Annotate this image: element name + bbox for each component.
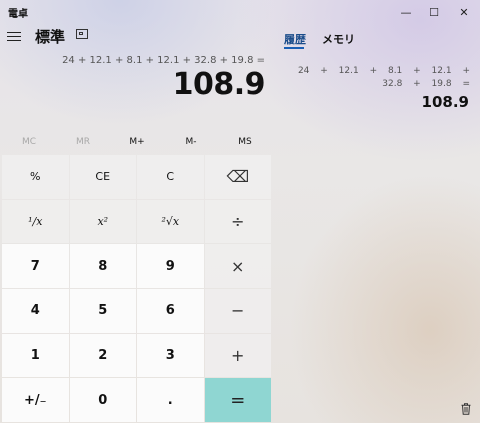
digit-6-button[interactable]: 6 [137,289,204,333]
result-display: 108.9 [172,67,266,102]
reciprocal-button[interactable]: ¹/x [2,199,69,244]
expression-display: 24 + 12.1 + 8.1 + 12.1 + 32.8 + 19.8 = [62,55,265,66]
tab-memory[interactable]: メモリ [322,31,355,47]
tab-history[interactable]: 履歴 [284,31,306,47]
digit-4-button[interactable]: 4 [2,289,69,333]
menu-icon[interactable] [7,29,21,43]
history-item-expression[interactable]: 24 + 12.1 + 8.1 + 12.1 + 32.8 + 19.8 = [290,65,470,91]
digit-2-button[interactable]: 2 [69,333,136,378]
digit-3-button[interactable]: 3 [137,333,204,378]
digit-9-button[interactable]: 9 [137,244,204,289]
keep-on-top-icon[interactable] [76,29,88,39]
digit-5-button[interactable]: 5 [69,289,136,333]
divide-button[interactable]: ÷ [204,199,271,244]
square-root-label: ²√x [161,215,180,229]
clear-entry-button[interactable]: CE [69,155,136,199]
plus-button[interactable]: + [204,333,271,378]
reciprocal-label: ¹/x [28,215,43,229]
app-title: 電卓 [8,9,28,20]
memory-add-button[interactable]: M+ [110,132,164,152]
digit-8-button[interactable]: 8 [69,244,136,289]
maximize-button[interactable]: ☐ [420,0,448,24]
square-label: x² [97,215,109,229]
digit-7-button[interactable]: 7 [2,244,69,289]
square-button[interactable]: x² [69,199,136,244]
percent-button[interactable]: % [2,155,69,199]
digit-1-button[interactable]: 1 [2,333,69,378]
equals-button[interactable]: = [204,378,271,423]
title-bar: 電卓 — ☐ ✕ [0,0,480,24]
history-item-result[interactable]: 108.9 [422,93,469,111]
minus-button[interactable]: − [204,289,271,333]
digit-0-button[interactable]: 0 [69,378,136,423]
close-button[interactable]: ✕ [450,0,478,24]
keypad: % CE C ⌫ ¹/x x² ²√x ÷ 7 8 9 × 4 5 6 − 1 … [2,155,272,423]
negate-button[interactable]: +/₋ [2,378,69,423]
memory-store-button[interactable]: MS [218,132,272,152]
memory-recall-button[interactable]: MR [56,132,110,152]
trash-icon[interactable] [461,403,471,415]
minimize-button[interactable]: — [392,0,420,24]
decimal-button[interactable]: . [137,378,204,423]
square-root-button[interactable]: ²√x [137,199,204,244]
active-tab-indicator [284,47,304,49]
backspace-button[interactable]: ⌫ [204,155,271,199]
memory-subtract-button[interactable]: M- [164,132,218,152]
memory-clear-button[interactable]: MC [2,132,56,152]
multiply-button[interactable]: × [204,244,271,289]
clear-button[interactable]: C [137,155,204,199]
memory-row: MC MR M+ M- MS [2,132,272,152]
mode-title: 標準 [35,28,66,46]
